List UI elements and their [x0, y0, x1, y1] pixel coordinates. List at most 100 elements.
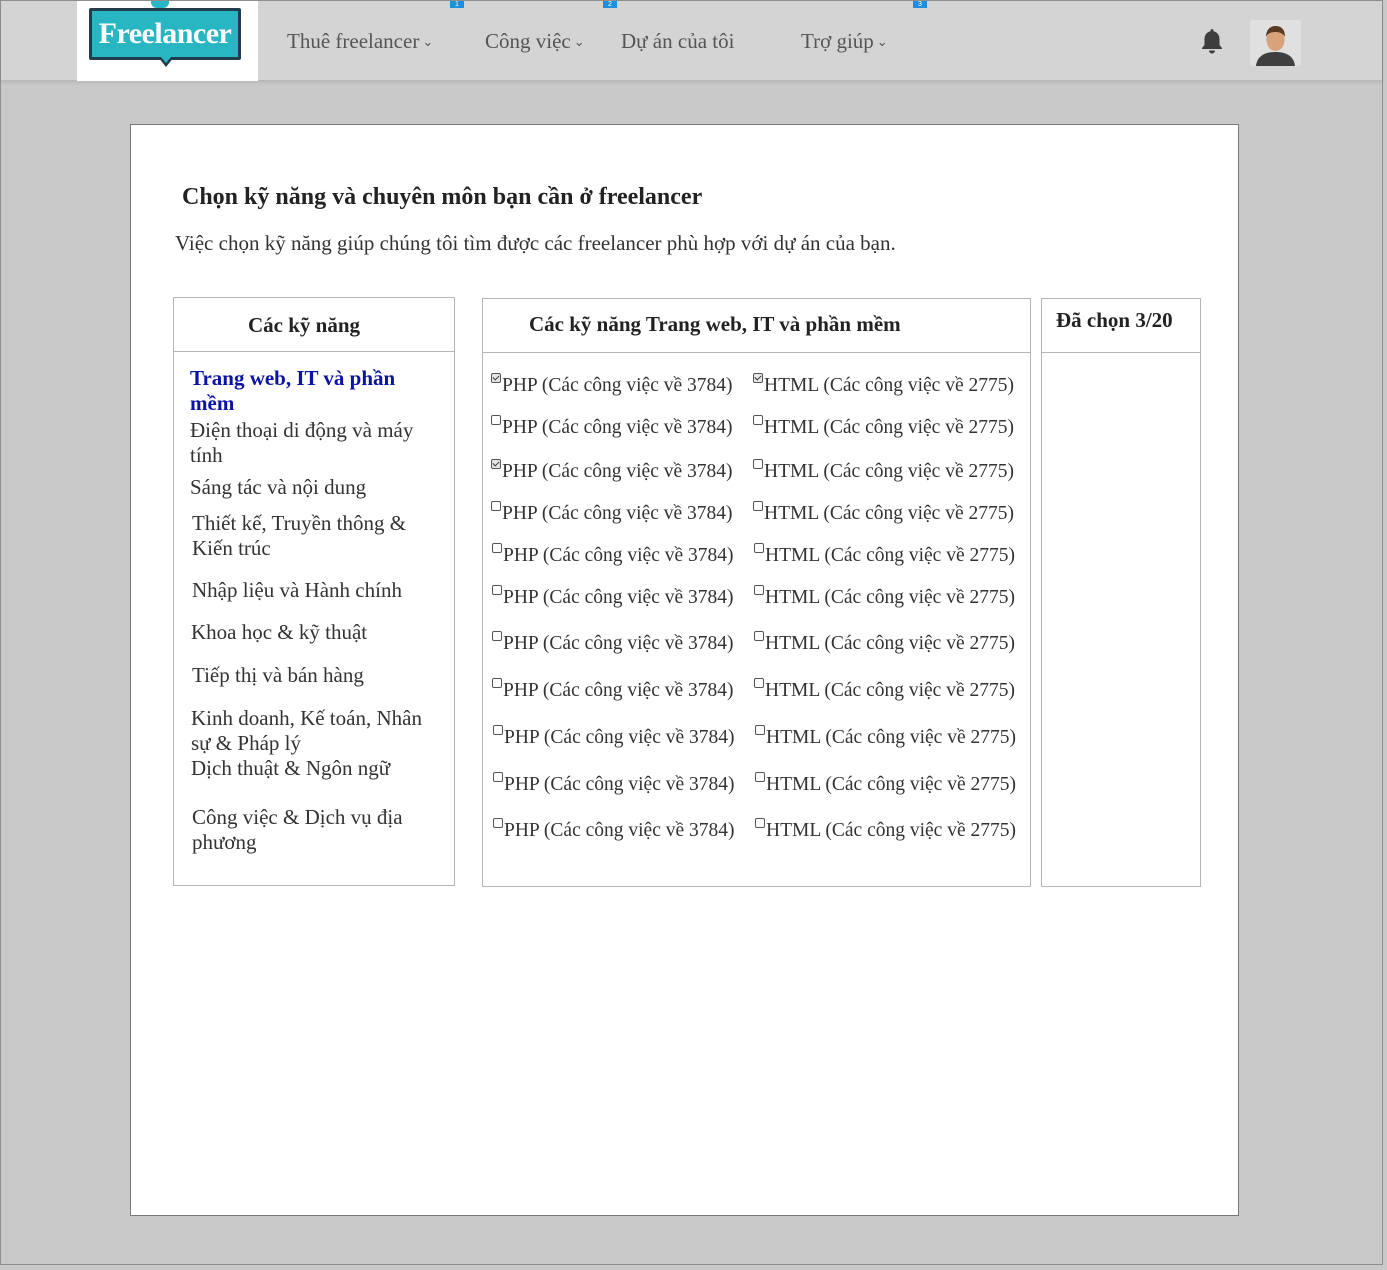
skill-checkbox-php[interactable]: PHP (Các công việc về 3784)	[491, 459, 733, 483]
skill-checkbox-php[interactable]: PHP (Các công việc về 3784)	[491, 501, 733, 525]
checkbox[interactable]	[755, 725, 765, 735]
chevron-down-icon: ⌄	[422, 34, 434, 49]
logo[interactable]: Freelancer	[77, 1, 258, 81]
bell-icon[interactable]	[1199, 27, 1225, 55]
category-item-business[interactable]: Kinh doanh, Kế toán, Nhân sự & Pháp lý	[191, 706, 441, 756]
skill-checkbox-php[interactable]: PHP (Các công việc về 3784)	[491, 373, 733, 397]
category-item-translation[interactable]: Dịch thuật & Ngôn ngữ	[191, 756, 441, 781]
category-item-web-it[interactable]: Trang web, IT và phần mềm	[190, 366, 440, 416]
nav-hire-freelancer[interactable]: Thuê freelancer ⌄	[287, 29, 433, 54]
skill-checkbox-html[interactable]: HTML (Các công việc về 2775)	[755, 818, 1016, 842]
skills-header: Các kỹ năng Trang web, IT và phần mềm	[483, 299, 1030, 353]
skill-label: PHP (Các công việc về 3784)	[503, 587, 734, 608]
skill-label: HTML (Các công việc về 2775)	[765, 633, 1015, 654]
checkbox[interactable]	[755, 772, 765, 782]
skills-panel: Các kỹ năng Trang web, IT và phần mềm PH…	[482, 298, 1031, 887]
checkbox[interactable]	[492, 631, 502, 641]
checkbox[interactable]	[491, 459, 501, 469]
category-item-science[interactable]: Khoa học & kỹ thuật	[191, 620, 441, 645]
checkbox[interactable]	[755, 818, 765, 828]
skill-checkbox-html[interactable]: HTML (Các công việc về 2775)	[753, 501, 1014, 525]
checkbox[interactable]	[753, 459, 763, 469]
skill-label: PHP (Các công việc về 3784)	[504, 774, 735, 795]
skills-selection-card: Chọn kỹ năng và chuyên môn bạn cần ở fre…	[130, 124, 1239, 1216]
checkbox[interactable]	[753, 415, 763, 425]
skill-checkbox-php[interactable]: PHP (Các công việc về 3784)	[492, 678, 734, 702]
skill-checkbox-html[interactable]: HTML (Các công việc về 2775)	[753, 459, 1014, 483]
skill-checkbox-html[interactable]: HTML (Các công việc về 2775)	[755, 725, 1016, 749]
checkbox[interactable]	[493, 818, 503, 828]
skill-checkbox-php[interactable]: PHP (Các công việc về 3784)	[492, 543, 734, 567]
checkbox[interactable]	[491, 501, 501, 511]
skill-checkbox-html[interactable]: HTML (Các công việc về 2775)	[753, 415, 1014, 439]
checkbox[interactable]	[491, 415, 501, 425]
categories-header: Các kỹ năng	[174, 298, 454, 352]
skill-checkbox-php[interactable]: PHP (Các công việc về 3784)	[493, 725, 735, 749]
logo-decoration	[151, 1, 169, 8]
skill-label: PHP (Các công việc về 3784)	[502, 417, 733, 438]
skill-label: PHP (Các công việc về 3784)	[504, 820, 735, 841]
skill-checkbox-html[interactable]: HTML (Các công việc về 2775)	[754, 631, 1015, 655]
skills-header-label: Các kỹ năng Trang web, IT và phần mềm	[529, 312, 901, 336]
category-item-design[interactable]: Thiết kế, Truyền thông & Kiến trúc	[192, 511, 432, 561]
skill-label: PHP (Các công việc về 3784)	[502, 375, 733, 396]
checkbox[interactable]	[754, 631, 764, 641]
nav-hire-freelancer-label: Thuê freelancer	[287, 29, 420, 53]
skill-checkbox-html[interactable]: HTML (Các công việc về 2775)	[754, 585, 1015, 609]
skill-checkbox-php[interactable]: PHP (Các công việc về 3784)	[493, 772, 735, 796]
nav-my-projects-label: Dự án của tôi	[621, 29, 735, 53]
skill-checkbox-php[interactable]: PHP (Các công việc về 3784)	[491, 415, 733, 439]
checkbox[interactable]	[492, 678, 502, 688]
skill-label: HTML (Các công việc về 2775)	[764, 461, 1014, 482]
skill-label: HTML (Các công việc về 2775)	[765, 680, 1015, 701]
skill-label: PHP (Các công việc về 3784)	[503, 545, 734, 566]
skill-label: HTML (Các công việc về 2775)	[766, 727, 1016, 748]
skill-checkbox-php[interactable]: PHP (Các công việc về 3784)	[492, 585, 734, 609]
skill-checkbox-html[interactable]: HTML (Các công việc về 2775)	[754, 543, 1015, 567]
skill-label: HTML (Các công việc về 2775)	[764, 503, 1014, 524]
skill-label: HTML (Các công việc về 2775)	[764, 375, 1014, 396]
chevron-down-icon: ⌄	[876, 34, 888, 49]
nav-my-projects[interactable]: Dự án của tôi	[621, 29, 734, 54]
nav-badge-2: 2	[603, 1, 617, 8]
checkbox[interactable]	[753, 373, 763, 383]
checkbox[interactable]	[493, 725, 503, 735]
logo-tail-inner	[161, 57, 171, 63]
checkbox[interactable]	[754, 585, 764, 595]
skill-label: PHP (Các công việc về 3784)	[503, 633, 734, 654]
category-item-marketing[interactable]: Tiếp thị và bán hàng	[192, 663, 442, 688]
skill-label: PHP (Các công việc về 3784)	[504, 727, 735, 748]
nav-help[interactable]: Trợ giúp ⌄	[801, 29, 888, 54]
page-title: Chọn kỹ năng và chuyên môn bạn cần ở fre…	[182, 184, 703, 210]
checkbox[interactable]	[754, 543, 764, 553]
nav-help-label: Trợ giúp	[801, 29, 874, 53]
skill-checkbox-html[interactable]: HTML (Các công việc về 2775)	[753, 373, 1014, 397]
category-item-writing[interactable]: Sáng tác và nội dung	[190, 475, 440, 500]
selected-header: Đã chọn 3/20	[1042, 299, 1200, 353]
category-item-local-jobs[interactable]: Công việc & Dịch vụ địa phương	[192, 805, 432, 855]
skill-label: PHP (Các công việc về 3784)	[502, 503, 733, 524]
page-subtitle: Việc chọn kỹ năng giúp chúng tôi tìm đượ…	[175, 231, 896, 255]
skill-checkbox-php[interactable]: PHP (Các công việc về 3784)	[493, 818, 735, 842]
category-item-mobile[interactable]: Điện thoại di động và máy tính	[190, 418, 440, 468]
checkbox[interactable]	[754, 678, 764, 688]
skill-checkbox-html[interactable]: HTML (Các công việc về 2775)	[755, 772, 1016, 796]
chevron-down-icon: ⌄	[573, 34, 585, 49]
category-item-data-entry[interactable]: Nhập liệu và Hành chính	[192, 578, 442, 603]
categories-header-label: Các kỹ năng	[248, 313, 361, 337]
checkbox[interactable]	[491, 373, 501, 383]
logo-text: Freelancer	[98, 17, 232, 50]
nav-badge-1: 1	[450, 1, 464, 8]
checkbox[interactable]	[753, 501, 763, 511]
selected-count: Đã chọn 3/20	[1056, 308, 1173, 332]
skill-label: HTML (Các công việc về 2775)	[766, 774, 1016, 795]
checkbox[interactable]	[493, 772, 503, 782]
skill-label: HTML (Các công việc về 2775)	[765, 587, 1015, 608]
skill-checkbox-php[interactable]: PHP (Các công việc về 3784)	[492, 631, 734, 655]
user-avatar[interactable]	[1250, 20, 1301, 66]
skill-checkbox-html[interactable]: HTML (Các công việc về 2775)	[754, 678, 1015, 702]
checkbox[interactable]	[492, 585, 502, 595]
checkbox[interactable]	[492, 543, 502, 553]
skill-label: PHP (Các công việc về 3784)	[503, 680, 734, 701]
nav-jobs[interactable]: Công việc ⌄	[485, 29, 585, 54]
